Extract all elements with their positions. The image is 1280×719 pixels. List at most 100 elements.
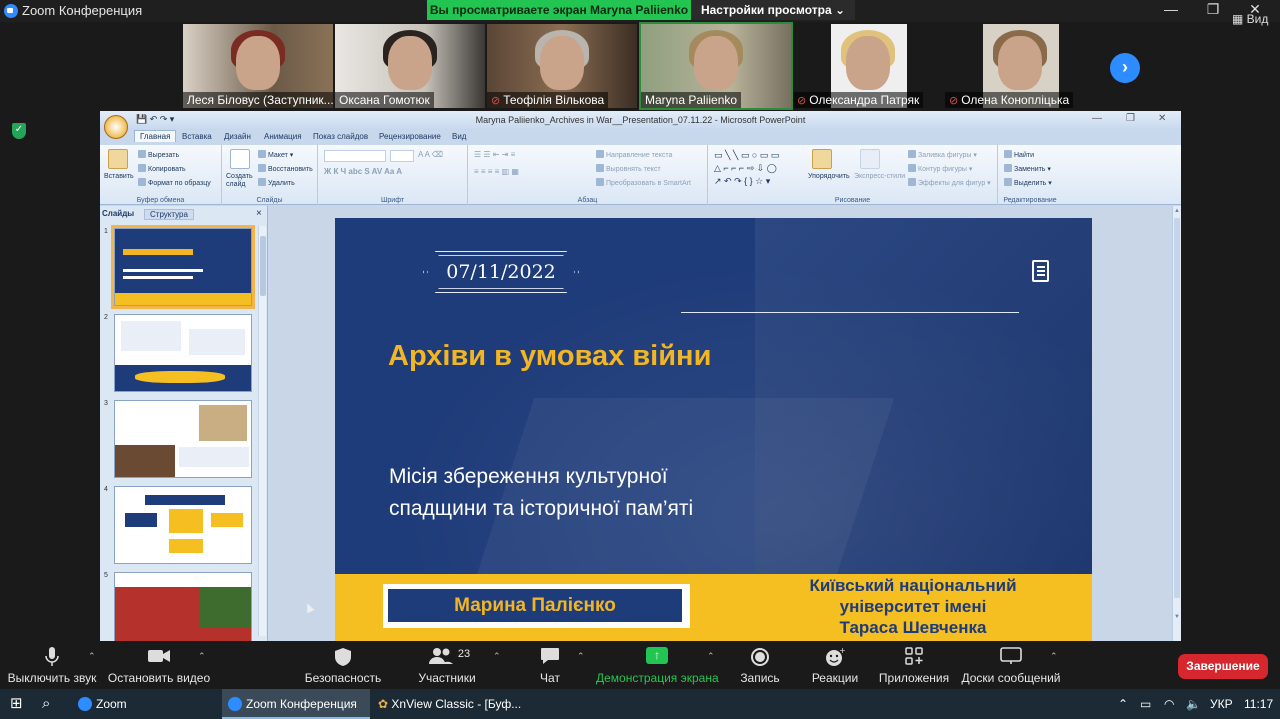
- taskbar-item[interactable]: Zoom: [72, 689, 220, 719]
- tab-view[interactable]: Вид: [452, 132, 466, 141]
- windows-start-icon[interactable]: ⊞: [10, 689, 23, 719]
- taskbar-item[interactable]: ✿ XnView Classic - [Буф...: [372, 689, 521, 719]
- slide-subtitle: Місія збереження культурної спадщини та …: [389, 465, 694, 520]
- slide-thumbnail[interactable]: [114, 314, 252, 392]
- arrange-button[interactable]: Упорядочить: [808, 173, 850, 180]
- participant-tile[interactable]: ⊘ Теофілія Вількова: [487, 24, 637, 108]
- align-text-icon: [596, 164, 604, 172]
- encryption-shield-icon[interactable]: ✓: [12, 123, 26, 139]
- ppt-maximize-icon[interactable]: ❐: [1126, 113, 1135, 124]
- slide-thumbnail[interactable]: [114, 486, 252, 564]
- participants-button[interactable]: 23 Участники: [410, 641, 484, 689]
- end-meeting-button[interactable]: Завершение: [1178, 654, 1268, 679]
- battery-icon[interactable]: ▭: [1140, 689, 1151, 719]
- stop-video-button[interactable]: Остановить видео: [104, 641, 214, 689]
- slide-number: 3: [104, 400, 108, 407]
- record-button[interactable]: Запись: [736, 641, 784, 689]
- tab-slideshow[interactable]: Показ слайдов: [313, 132, 368, 141]
- text-direction-button[interactable]: Направление текста: [596, 150, 672, 159]
- whiteboards-button[interactable]: Доски сообщений: [960, 641, 1062, 689]
- ppt-minimize-icon[interactable]: —: [1092, 113, 1102, 124]
- slide-number: 5: [104, 572, 108, 579]
- tab-animation[interactable]: Анимация: [264, 132, 302, 141]
- font-format-icons[interactable]: Ж К Ч abc S AV Aa A: [324, 167, 402, 176]
- paste-button[interactable]: Вставить: [104, 173, 134, 180]
- tab-insert[interactable]: Вставка: [182, 132, 212, 141]
- participant-tile[interactable]: Леся Біловус (Заступник...: [183, 24, 333, 108]
- delete-slide-button[interactable]: Удалить: [258, 178, 295, 187]
- text-direction-icon: [596, 150, 604, 158]
- format-painter-button[interactable]: Формат по образцу: [138, 178, 211, 187]
- shape-outline-button[interactable]: Контур фигуры ▾: [908, 164, 972, 173]
- chevron-up-icon[interactable]: ⌃: [707, 651, 715, 662]
- new-slide-button[interactable]: Создать слайд: [226, 173, 256, 189]
- font-size-select[interactable]: [390, 150, 414, 162]
- scissors-icon: [138, 150, 146, 158]
- tab-outline[interactable]: Структура: [144, 209, 194, 220]
- apps-button[interactable]: Приложения: [876, 641, 952, 689]
- ppt-close-icon[interactable]: ✕: [1158, 113, 1166, 124]
- tab-design[interactable]: Дизайн: [224, 132, 251, 141]
- chevron-up-icon[interactable]: ⌃: [88, 651, 96, 662]
- whiteboard-icon: [960, 647, 1062, 667]
- align-icons[interactable]: ≡ ≡ ≡ ≡ ▥ ▦: [474, 167, 519, 176]
- tab-review[interactable]: Рецензирование: [379, 132, 441, 141]
- speaker-icon[interactable]: 🔈: [1186, 689, 1201, 719]
- clock[interactable]: 11:17: [1244, 689, 1273, 719]
- chevron-up-icon[interactable]: ⌃: [1050, 651, 1058, 662]
- language-indicator[interactable]: УКР: [1210, 689, 1233, 719]
- chevron-up-icon[interactable]: ⌃: [198, 651, 206, 662]
- quick-access-toolbar[interactable]: 💾 ↶ ↷ ▾: [136, 114, 174, 125]
- chat-button[interactable]: Чат: [528, 641, 572, 689]
- participant-tile-active-speaker[interactable]: Maryna Paliienko: [639, 22, 793, 110]
- pane-scrollbar[interactable]: [258, 226, 266, 636]
- mute-button[interactable]: Выключить звук: [4, 641, 100, 689]
- select-button[interactable]: Выделить ▾: [1004, 178, 1052, 187]
- show-hidden-icons-icon[interactable]: ⌃: [1118, 689, 1128, 719]
- reactions-button[interactable]: + Реакции: [808, 641, 862, 689]
- layout-button[interactable]: Макет ▾: [258, 150, 293, 159]
- participant-tile[interactable]: ⊘ Олена Конопліцька: [945, 24, 1095, 108]
- view-settings-button[interactable]: Настройки просмотра ⌄: [691, 0, 855, 20]
- shapes-gallery[interactable]: ▭ ╲ ╲ ▭ ○ ▭ ▭ △ ⌐ ⌐ ⌐ ⇨ ⇩ ◯ ↗ ↶ ↷ { } ☆ …: [714, 149, 779, 188]
- find-button[interactable]: Найти: [1004, 150, 1034, 159]
- quick-styles-button[interactable]: Экспресс-стили: [854, 173, 905, 180]
- chevron-up-icon[interactable]: ⌃: [577, 651, 585, 662]
- share-screen-button[interactable]: ↑ Демонстрация экрана: [596, 641, 719, 689]
- slide-thumbnail[interactable]: [111, 225, 255, 309]
- shape-fill-button[interactable]: Заливка фигуры ▾: [908, 150, 977, 159]
- reset-button[interactable]: Восстановить: [258, 164, 313, 173]
- wifi-icon[interactable]: ◠: [1164, 689, 1174, 719]
- slide-thumbnail[interactable]: [114, 572, 252, 641]
- minimize-icon[interactable]: —: [1156, 1, 1186, 17]
- list-icons[interactable]: ☰ ☰ ⇤ ⇥ ≡: [474, 150, 515, 159]
- zoom-logo-icon: [4, 4, 18, 18]
- participant-name: Maryna Paliienko: [641, 92, 742, 108]
- taskbar-item-active[interactable]: Zoom Конференция: [222, 689, 370, 719]
- view-button[interactable]: ▦ Вид: [1232, 12, 1268, 26]
- ppt-window-title: Maryna Paliienko_Archives in War__Presen…: [475, 115, 806, 125]
- shape-effects-button[interactable]: Эффекты для фигур ▾: [908, 178, 991, 187]
- participant-tile[interactable]: ⊘ Олександра Патряк: [793, 24, 943, 108]
- close-pane-icon[interactable]: ×: [256, 208, 262, 219]
- slide-scrollbar[interactable]: ▲ ▼: [1172, 206, 1181, 641]
- search-icon[interactable]: ⌕: [42, 689, 50, 719]
- university-name: Київський національний університет імені…: [809, 576, 1017, 637]
- replace-button[interactable]: Заменить ▾: [1004, 164, 1051, 173]
- smartart-button[interactable]: Преобразовать в SmartArt: [596, 178, 691, 187]
- align-text-button[interactable]: Выровнять текст: [596, 164, 661, 173]
- group-slides: Создать слайд Макет ▾ Восстановить Удали…: [222, 145, 318, 205]
- participant-tile[interactable]: Оксана Гомотюк: [335, 24, 485, 108]
- chevron-up-icon[interactable]: ⌃: [493, 651, 501, 662]
- next-page-arrow-icon[interactable]: ›: [1110, 53, 1140, 83]
- cut-button[interactable]: Вырезать: [138, 150, 179, 159]
- tab-home[interactable]: Главная: [134, 130, 177, 142]
- copy-button[interactable]: Копировать: [138, 164, 186, 173]
- mic-muted-icon: ⊘: [491, 95, 501, 107]
- tab-slides[interactable]: Слайды: [102, 209, 134, 218]
- font-grow-shrink-icons[interactable]: A A ⌫: [418, 150, 443, 159]
- security-button[interactable]: Безопасность: [300, 641, 386, 689]
- maximize-icon[interactable]: ❐: [1198, 1, 1228, 18]
- font-name-select[interactable]: [324, 150, 386, 162]
- slide-thumbnail[interactable]: [114, 400, 252, 478]
